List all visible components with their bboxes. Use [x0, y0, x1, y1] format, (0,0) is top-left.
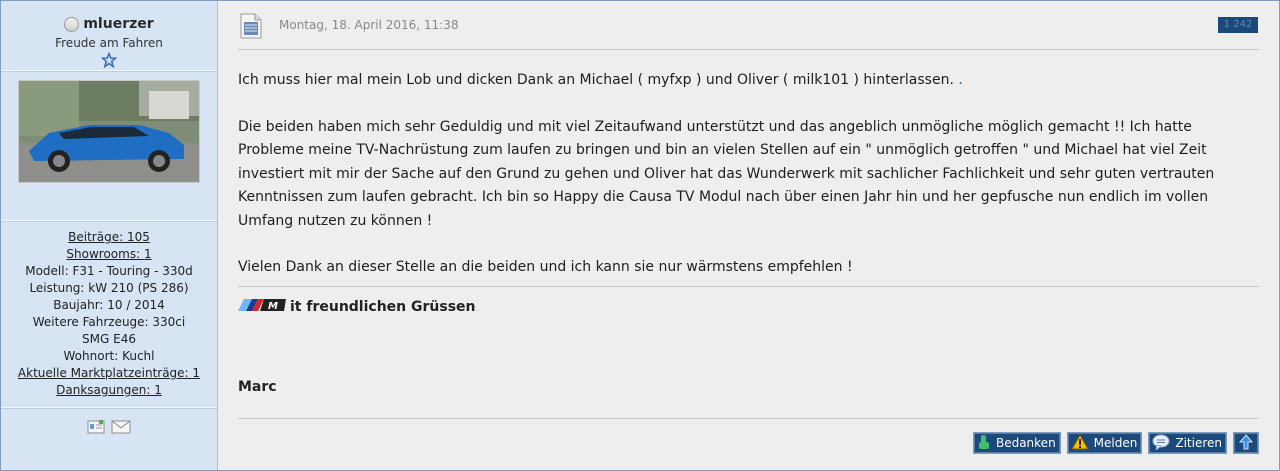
footer-divider: [238, 418, 1259, 419]
warning-icon: [1070, 433, 1089, 453]
showrooms-link[interactable]: Showrooms: 1: [1, 246, 217, 263]
offline-status-icon: [64, 16, 80, 32]
other-vehicles-info: Weitere Fahrzeuge: 330ci: [32, 315, 186, 329]
thanks-button[interactable]: Bedanken: [972, 432, 1061, 454]
thumbs-up-icon: [977, 434, 991, 453]
speech-bubble-icon: [1152, 434, 1170, 453]
svg-text:M: M: [268, 301, 278, 312]
trailing-dot: .: [958, 72, 963, 88]
post-header: Montag, 18. April 2016, 11:38 1 242: [238, 1, 1259, 50]
posts-count-link[interactable]: Beiträge: 105: [1, 229, 217, 246]
location-info: Wohnort: Kuchl: [63, 349, 155, 363]
star-icon: [1, 51, 217, 70]
report-button-label: Melden: [1093, 436, 1138, 450]
quote-button-label: Zitieren: [1175, 436, 1222, 450]
back-to-top-button[interactable]: [1233, 432, 1259, 454]
model-info: Modell: F31 - Touring - 330d: [25, 264, 193, 278]
username[interactable]: mluerzer: [83, 16, 153, 32]
quote-button[interactable]: Zitieren: [1148, 432, 1227, 454]
post-number[interactable]: 1 242: [1218, 17, 1258, 33]
post-body: Ich muss hier mal mein Lob und dicken Da…: [238, 50, 1259, 280]
post-paragraph-1: Ich muss hier mal mein Lob und dicken Da…: [238, 72, 963, 88]
user-stats: Beiträge: 105 Showrooms: 1 Modell: F31 -…: [1, 222, 217, 407]
post-paragraph-3: Vielen Dank an dieser Stelle an die beid…: [238, 259, 853, 275]
other-vehicles-info-2: SMG E46: [82, 332, 136, 346]
power-info: Leistung: kW 210 (PS 286): [29, 281, 189, 295]
avatar[interactable]: [18, 80, 200, 183]
post-actions: Bedanken Melden Zitieren: [972, 432, 1259, 454]
signature-name: Marc: [238, 378, 277, 395]
post-date: Montag, 18. April 2016, 11:38: [279, 18, 459, 32]
mail-icon[interactable]: [111, 419, 131, 439]
document-icon: [240, 13, 262, 43]
user-title: Freude am Fahren: [55, 36, 163, 50]
post-paragraph-2: Die beiden haben mich sehr Geduldig und …: [238, 118, 1215, 229]
contact-icons: [1, 409, 217, 439]
year-info: Baujahr: 10 / 2014: [53, 298, 165, 312]
bmw-m-logo: M: [238, 297, 286, 317]
signature-greeting: it freundlichen Grüssen: [290, 298, 476, 315]
arrow-up-icon: [1238, 433, 1254, 453]
report-button[interactable]: Melden: [1066, 432, 1143, 454]
forum-post: mluerzer Freude am Fahren Beiträge: 105 …: [0, 0, 1280, 471]
user-sidebar: mluerzer Freude am Fahren Beiträge: 105 …: [1, 1, 218, 470]
username-row: mluerzer: [1, 15, 217, 33]
thanks-button-label: Bedanken: [995, 436, 1056, 450]
post-content: Montag, 18. April 2016, 11:38 1 242 Ich …: [218, 1, 1279, 470]
profile-card-icon[interactable]: [87, 419, 105, 439]
signature: M it freundlichen Grüssen Marc: [238, 287, 1259, 395]
marketplace-link[interactable]: Aktuelle Marktplatzeinträge: 1: [1, 365, 217, 382]
thanks-count-link[interactable]: Danksagungen: 1: [1, 382, 217, 399]
